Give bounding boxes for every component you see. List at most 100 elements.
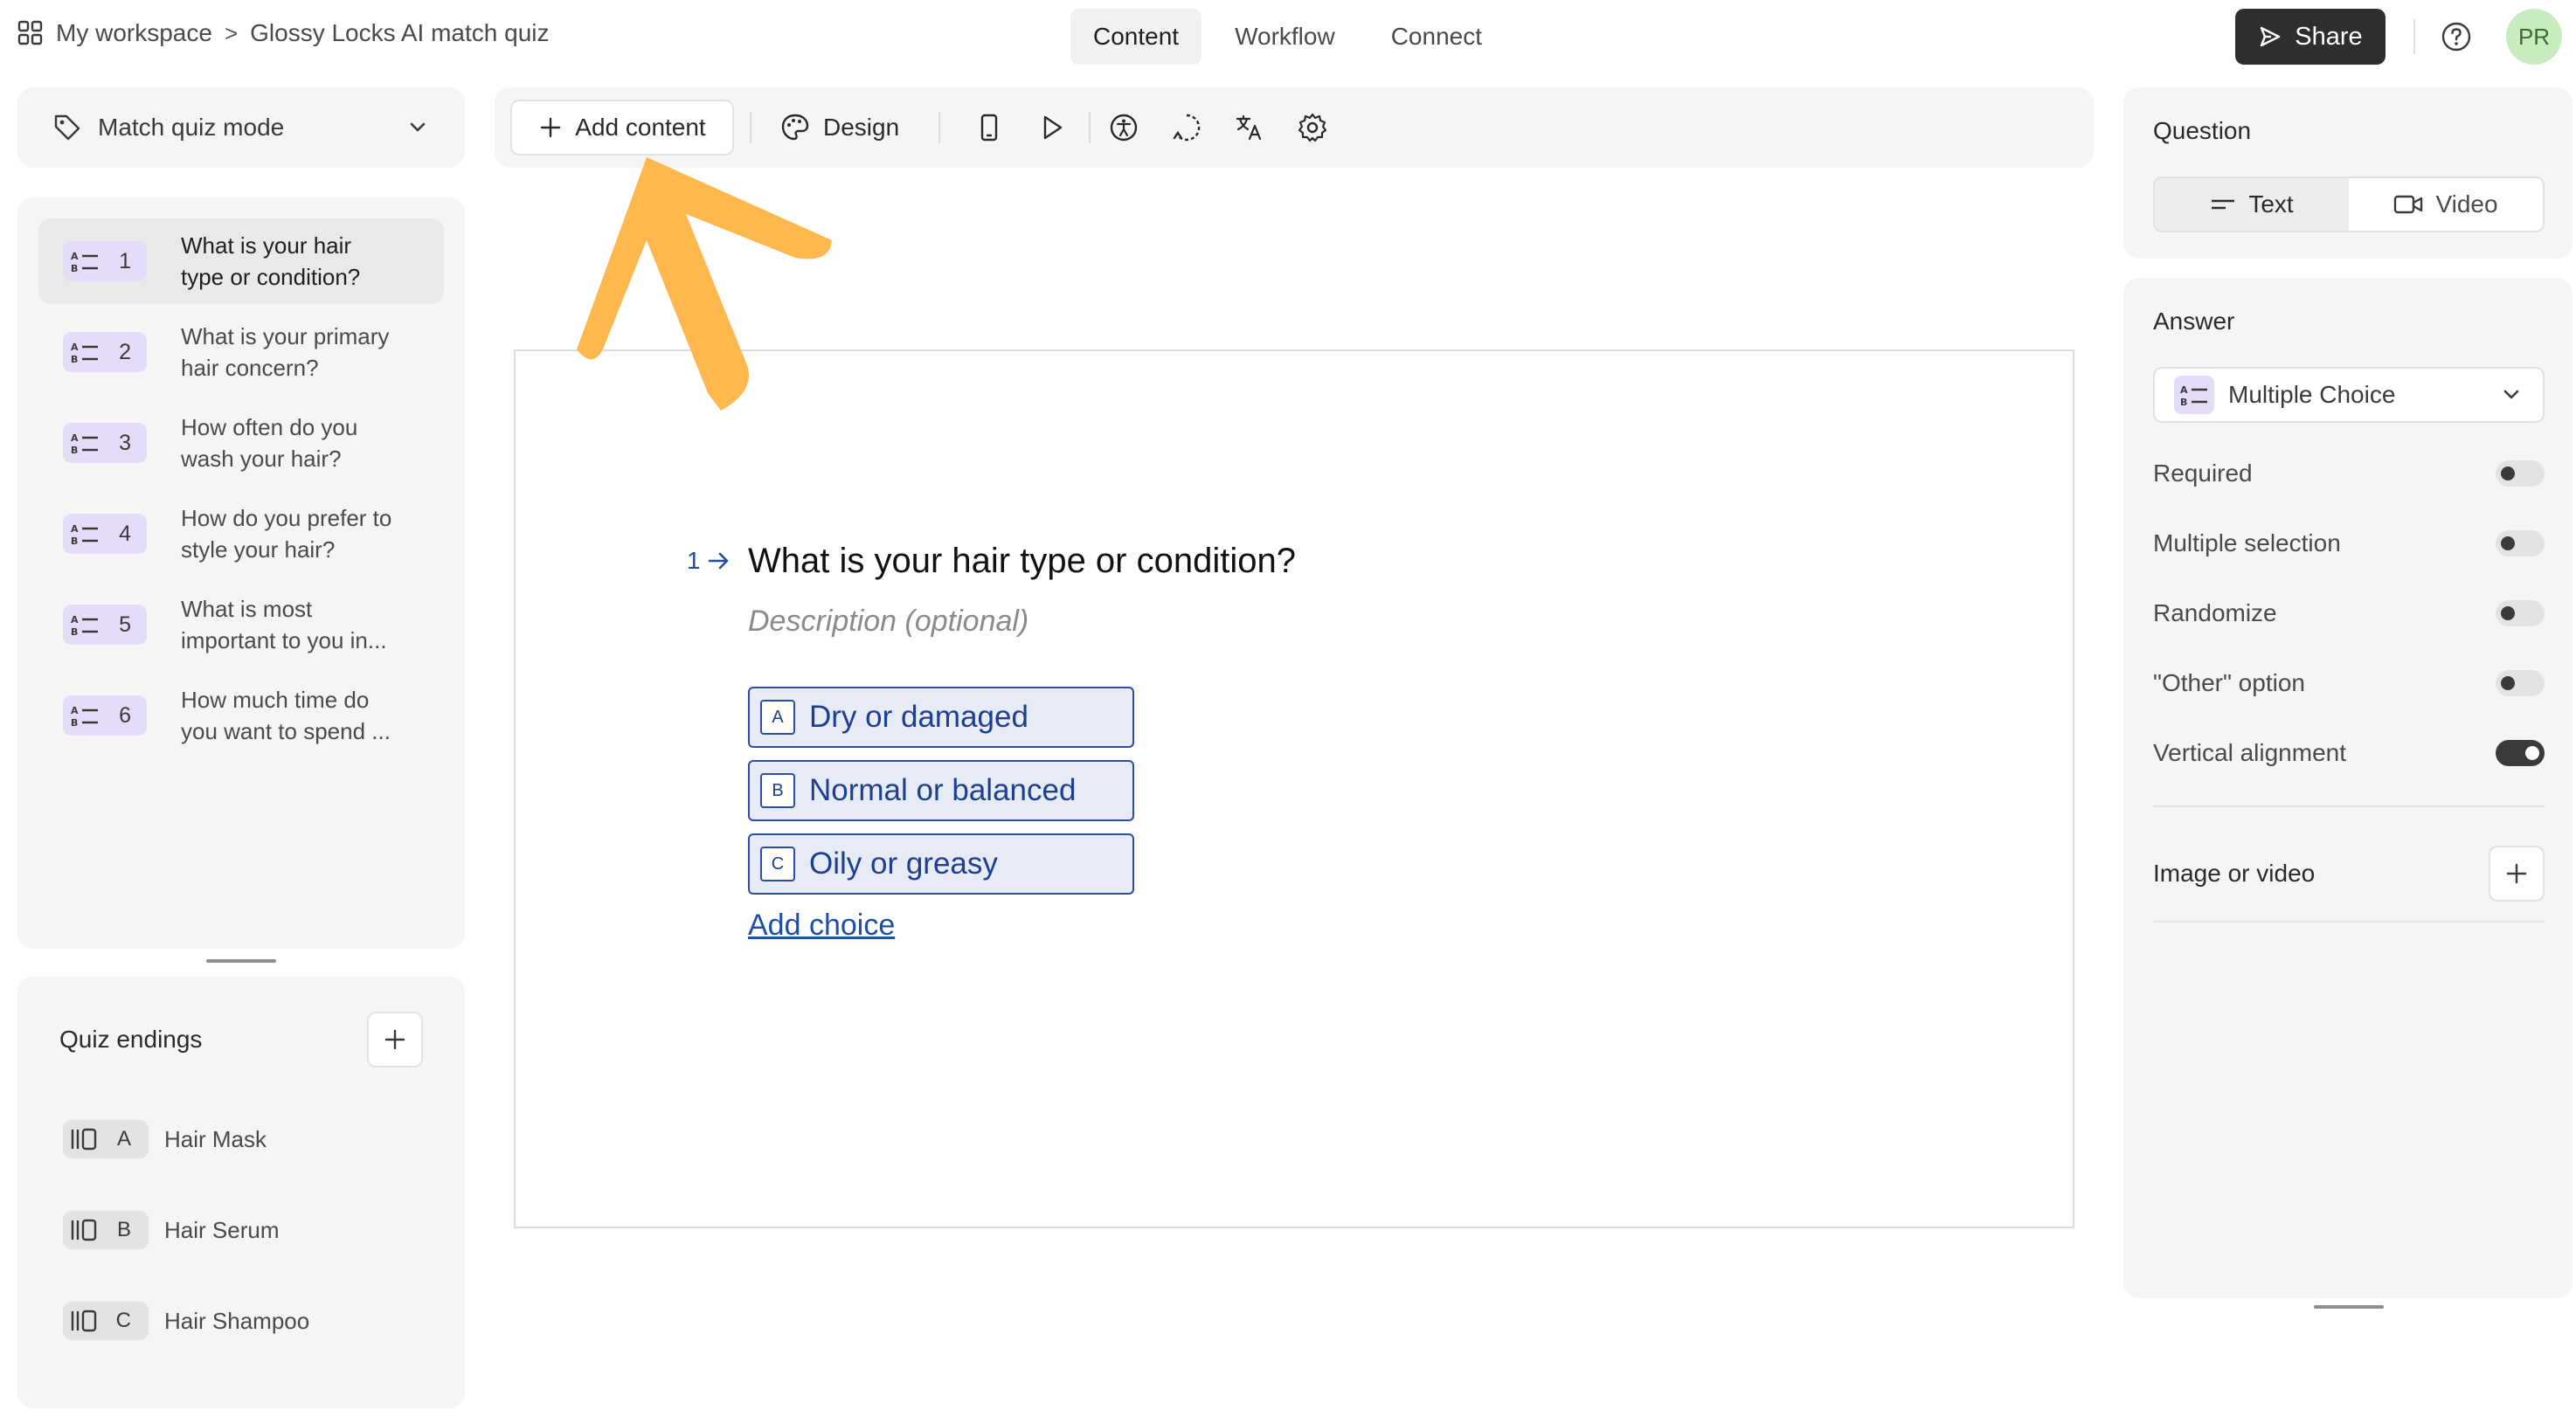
help-icon[interactable] bbox=[2441, 21, 2472, 52]
add-ending-button[interactable] bbox=[367, 1012, 423, 1068]
user-avatar[interactable]: PR bbox=[2506, 9, 2562, 65]
play-preview-icon[interactable] bbox=[1036, 112, 1068, 143]
question-title-line: What is your primary bbox=[181, 323, 390, 349]
choice-option-b[interactable]: B Normal or balanced bbox=[748, 760, 1134, 821]
question-description-field[interactable]: Description (optional) bbox=[748, 605, 1028, 639]
question-title-line: What is your hair bbox=[181, 232, 352, 259]
right-panel-resize-handle[interactable] bbox=[2314, 1305, 2384, 1309]
required-toggle[interactable] bbox=[2496, 460, 2545, 487]
choice-label[interactable]: Oily or greasy bbox=[809, 847, 998, 881]
setting-label: Vertical alignment bbox=[2153, 739, 2347, 766]
image-or-video-row: Image or video bbox=[2153, 846, 2545, 902]
svg-text:A: A bbox=[2180, 384, 2188, 396]
plus-icon bbox=[2506, 863, 2527, 884]
add-media-button[interactable] bbox=[2489, 846, 2545, 902]
choice-key: B bbox=[760, 773, 795, 808]
toggle-knob bbox=[2525, 746, 2539, 760]
multiple-selection-toggle[interactable] bbox=[2496, 530, 2545, 556]
question-number: 2 bbox=[119, 340, 131, 364]
question-item-3[interactable]: AB 3 How often do you wash your hair? bbox=[38, 400, 444, 486]
question-title: What is most important to you in... bbox=[181, 593, 443, 656]
breadcrumb-workspace[interactable]: My workspace bbox=[56, 19, 212, 47]
multiple-choice-icon: AB bbox=[71, 614, 98, 637]
other-option-toggle[interactable] bbox=[2496, 670, 2545, 696]
setting-label: Randomize bbox=[2153, 599, 2277, 626]
workspace-grid-icon[interactable] bbox=[17, 20, 44, 46]
question-item-6[interactable]: AB 6 How much time do you want to spend .… bbox=[38, 673, 444, 758]
ending-item-c[interactable]: C Hair Shampoo bbox=[63, 1302, 309, 1340]
question-title-line: you want to spend ... bbox=[181, 718, 391, 744]
tab-workflow[interactable]: Workflow bbox=[1212, 9, 1358, 65]
svg-text:A: A bbox=[71, 614, 79, 626]
tab-connect[interactable]: Connect bbox=[1368, 9, 1505, 65]
multiple-choice-badge: AB 6 bbox=[63, 695, 147, 736]
accessibility-icon[interactable] bbox=[1108, 112, 1139, 143]
top-bar: My workspace > Glossy Locks AI match qui… bbox=[0, 0, 2576, 73]
design-button[interactable]: Design bbox=[779, 100, 899, 156]
multiple-choice-badge: AB 3 bbox=[63, 423, 147, 463]
quiz-mode-select[interactable]: Match quiz mode bbox=[17, 87, 465, 168]
ending-badge: A bbox=[63, 1120, 149, 1158]
question-item-2[interactable]: AB 2 What is your primary hair concern? bbox=[38, 309, 444, 395]
ending-item-a[interactable]: A Hair Mask bbox=[63, 1120, 267, 1158]
choice-option-c[interactable]: C Oily or greasy bbox=[748, 833, 1134, 895]
answer-panel-title: Answer bbox=[2153, 308, 2235, 335]
setting-vertical-alignment: Vertical alignment bbox=[2153, 736, 2545, 771]
editor-toolbar: Add content Design bbox=[495, 87, 2094, 168]
design-label: Design bbox=[823, 114, 900, 141]
question-type-text[interactable]: Text bbox=[2155, 178, 2349, 231]
multiple-choice-badge: AB 1 bbox=[63, 241, 147, 281]
text-lines-icon bbox=[2212, 199, 2235, 210]
question-title: How often do you wash your hair? bbox=[181, 411, 443, 474]
setting-label: Multiple selection bbox=[2153, 529, 2341, 556]
question-item-1[interactable]: AB 1 What is your hair type or condition? bbox=[38, 218, 444, 304]
question-number: 1 bbox=[119, 249, 131, 273]
settings-divider bbox=[2153, 805, 2545, 807]
main-nav: Content Workflow Connect bbox=[1070, 9, 1505, 65]
breadcrumb-form-name[interactable]: Glossy Locks AI match quiz bbox=[250, 19, 549, 47]
choice-key: C bbox=[760, 847, 795, 881]
arrow-right-icon bbox=[708, 552, 728, 570]
setting-multiple-selection: Multiple selection bbox=[2153, 526, 2545, 561]
add-content-button[interactable]: Add content bbox=[510, 100, 734, 156]
ending-badge: B bbox=[63, 1211, 149, 1249]
randomize-toggle[interactable] bbox=[2496, 600, 2545, 626]
question-title-field[interactable]: What is your hair type or condition? bbox=[748, 542, 1296, 581]
multiple-choice-icon: AB bbox=[71, 251, 98, 273]
palette-icon bbox=[781, 114, 809, 141]
multiple-choice-badge: AB bbox=[2174, 376, 2214, 414]
toggle-knob bbox=[2501, 536, 2515, 550]
setting-randomize: Randomize bbox=[2153, 596, 2545, 631]
question-title-line: wash your hair? bbox=[181, 446, 342, 472]
ending-item-b[interactable]: B Hair Serum bbox=[63, 1211, 279, 1249]
plus-icon bbox=[384, 1029, 405, 1050]
tab-content[interactable]: Content bbox=[1070, 9, 1202, 65]
add-choice-link[interactable]: Add choice bbox=[748, 909, 895, 943]
question-title-line: style your hair? bbox=[181, 536, 336, 563]
choice-label[interactable]: Normal or balanced bbox=[809, 773, 1076, 808]
answer-type-select[interactable]: AB Multiple Choice bbox=[2153, 367, 2545, 423]
choice-label[interactable]: Dry or damaged bbox=[809, 700, 1028, 735]
svg-text:B: B bbox=[71, 626, 78, 637]
question-item-4[interactable]: AB 4 How do you prefer to style your hair… bbox=[38, 491, 444, 577]
breadcrumb-separator: > bbox=[224, 19, 239, 46]
mobile-preview-icon[interactable] bbox=[973, 112, 1005, 143]
multiple-choice-badge: AB 5 bbox=[63, 605, 147, 645]
plus-icon bbox=[541, 117, 561, 138]
setting-label: Required bbox=[2153, 460, 2253, 487]
share-button[interactable]: Share bbox=[2235, 9, 2386, 65]
svg-text:A: A bbox=[71, 432, 79, 444]
toggle-knob bbox=[2501, 606, 2515, 620]
question-item-5[interactable]: AB 5 What is most important to you in... bbox=[38, 582, 444, 667]
sidebar-resize-handle[interactable] bbox=[206, 959, 276, 963]
svg-text:B: B bbox=[2180, 397, 2187, 407]
question-type-video[interactable]: Video bbox=[2349, 178, 2543, 231]
settings-gear-icon[interactable] bbox=[1297, 112, 1328, 143]
translate-icon[interactable] bbox=[1234, 112, 1265, 143]
toggle-knob bbox=[2501, 676, 2515, 690]
toolbar-divider bbox=[1089, 112, 1091, 143]
vertical-alignment-toggle[interactable] bbox=[2496, 740, 2545, 766]
ending-badge: C bbox=[63, 1302, 149, 1340]
choice-option-a[interactable]: A Dry or damaged bbox=[748, 687, 1134, 748]
logic-icon[interactable] bbox=[1171, 112, 1202, 143]
